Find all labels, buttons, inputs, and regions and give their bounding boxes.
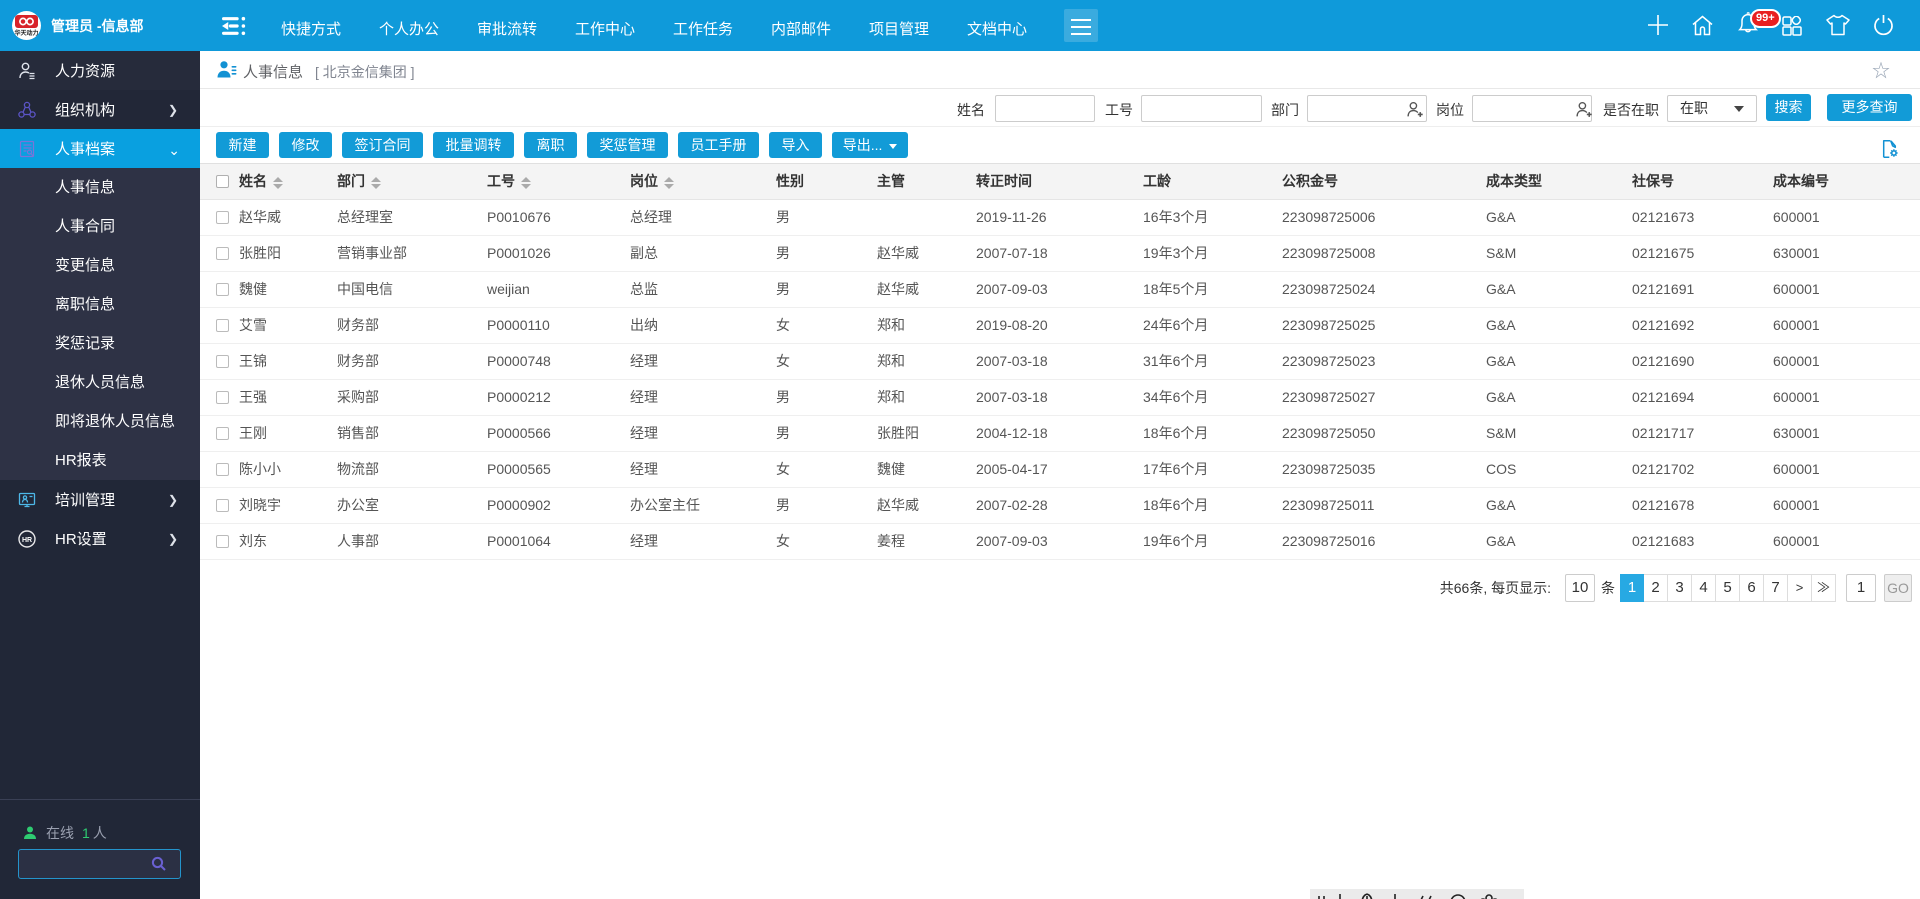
svg-text:HR: HR xyxy=(22,537,32,544)
